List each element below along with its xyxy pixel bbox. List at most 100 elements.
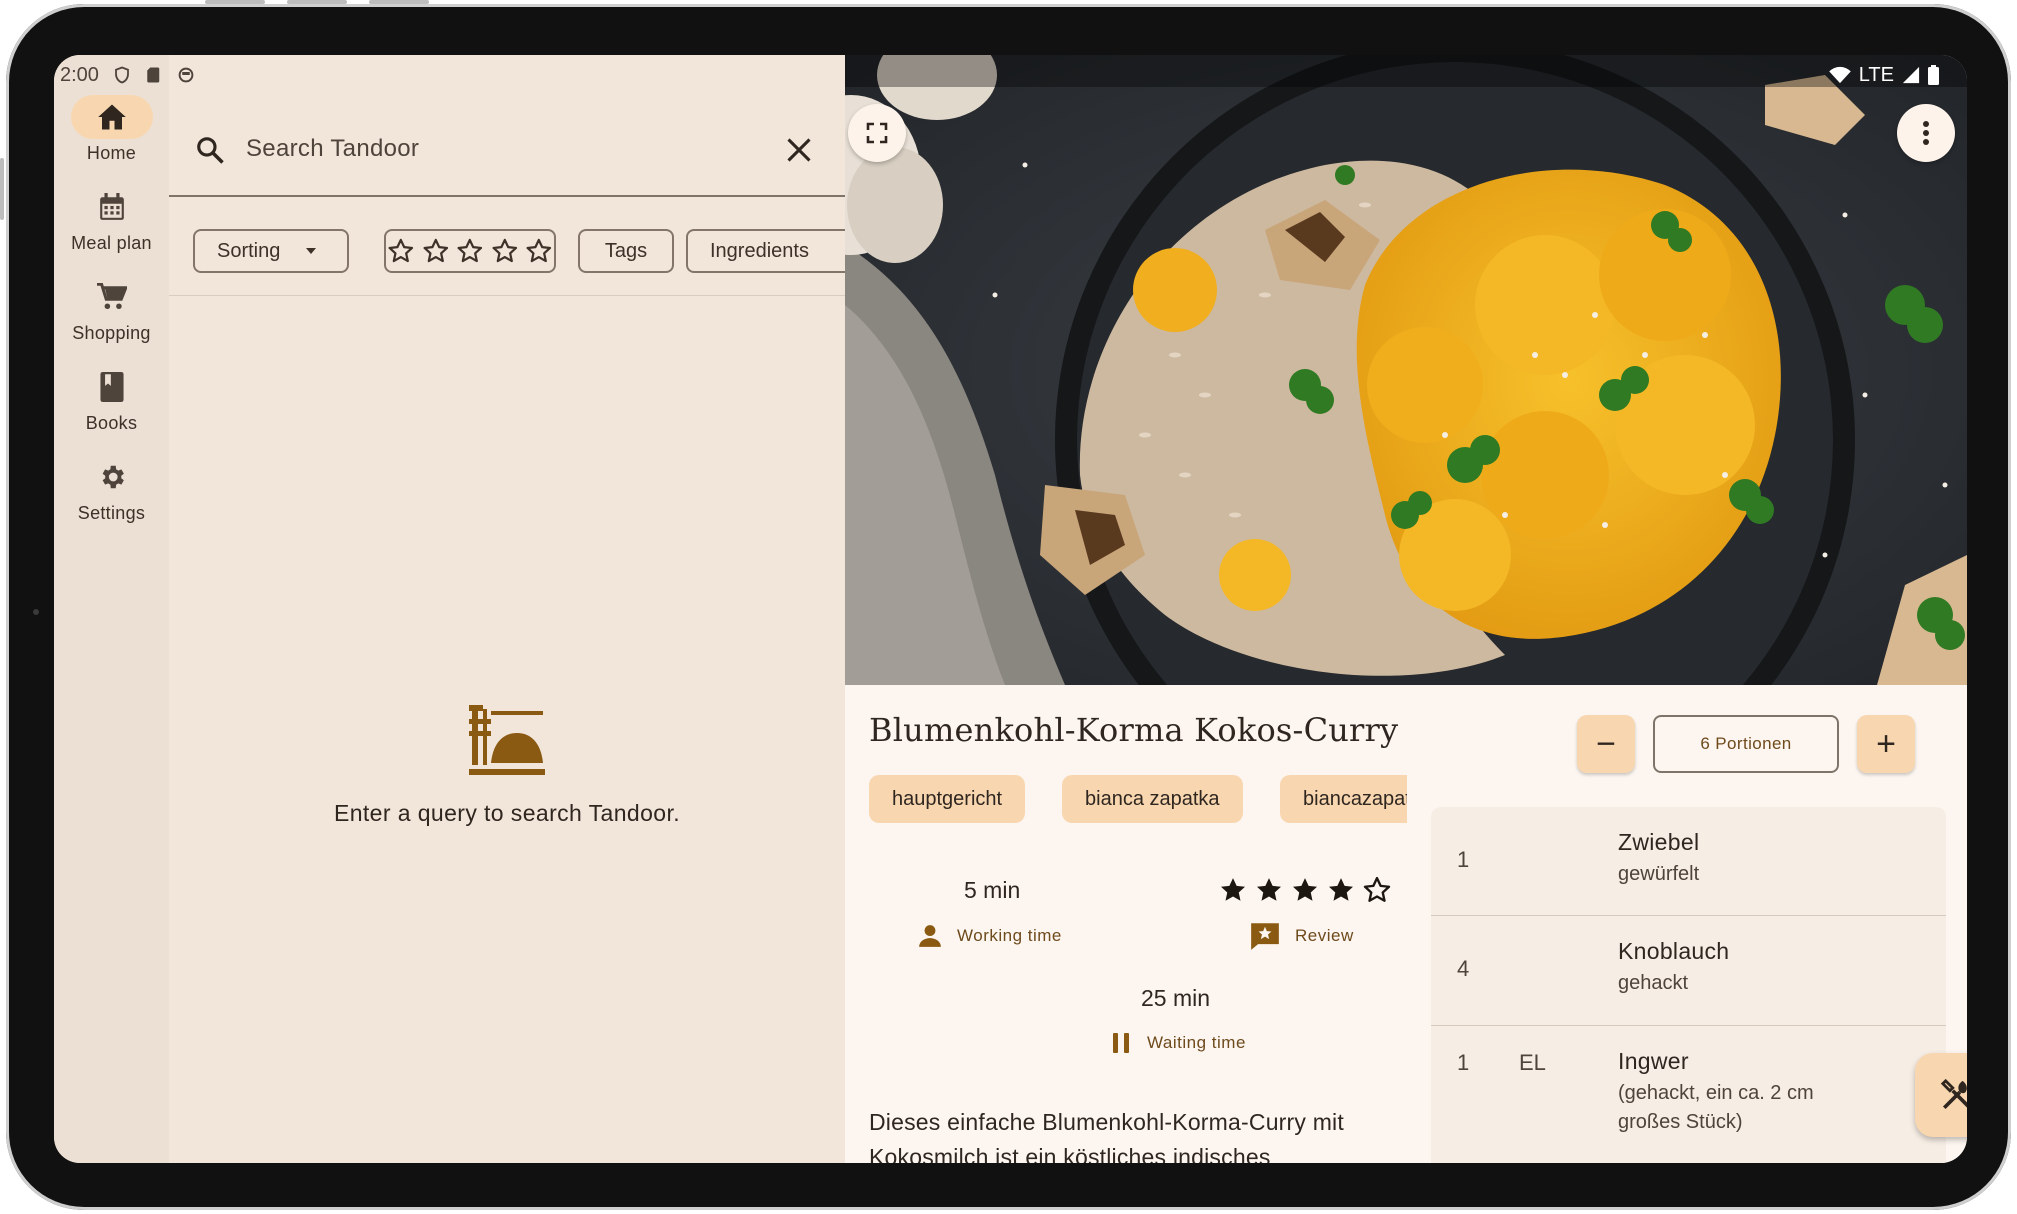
wifi-icon [1828, 66, 1851, 84]
decrease-servings-button[interactable]: − [1577, 715, 1635, 773]
calendar-icon-container [71, 185, 153, 229]
star-filled-icon [1329, 878, 1353, 901]
nav-item-home[interactable]: Home [54, 95, 169, 164]
star-filled-icon [1221, 878, 1245, 901]
star-filled-icon [1293, 878, 1317, 901]
curry-dish-illustration [845, 55, 1967, 685]
fullscreen-icon [866, 122, 888, 144]
home-icon-container [70, 95, 153, 139]
search-icon [197, 137, 224, 164]
sorting-chip[interactable]: Sorting [193, 229, 349, 273]
tag-chip[interactable]: biancazapatka [1280, 775, 1407, 823]
signal-icon [1902, 66, 1920, 84]
cook-mode-button[interactable] [1915, 1053, 1967, 1137]
search-bar[interactable]: Search Tandoor [169, 105, 845, 197]
ingredient-row[interactable]: 1 Zwiebel gewürfelt [1431, 807, 1946, 916]
calendar-icon [99, 193, 124, 220]
ingredients-chip[interactable]: Ingredients [686, 229, 845, 273]
working-time-value: 5 min [964, 877, 1021, 903]
hardware-button [0, 158, 4, 220]
tandoor-logo-icon [469, 705, 545, 775]
recipe-detail-pane: Blumenkohl-Korma Kokos-Curry hauptgerich… [845, 55, 1967, 1163]
nav-item-books[interactable]: Books [54, 365, 169, 434]
sd-card-icon [147, 67, 160, 83]
ingredient-amount: 1 [1457, 847, 1470, 872]
tag-chip[interactable]: hauptgericht [869, 775, 1026, 823]
star-filled-icon [1257, 878, 1281, 901]
ingredient-row[interactable]: 4 Knoblauch gehackt [1431, 916, 1946, 1026]
working-time-text: Working time [957, 926, 1062, 945]
more-options-button[interactable] [1897, 104, 1955, 162]
navigation-rail: Home Meal plan Shopping Books Settings [54, 55, 169, 1163]
app-screen: 2:00 LTE Home Meal plan Shopping Books S… [54, 55, 1967, 1163]
filter-chips-row: Sorting Tags Ingredients [169, 197, 845, 296]
sorting-label: Sorting [217, 239, 281, 262]
servings-field[interactable]: 6 Portionen [1653, 715, 1839, 773]
ingredient-row[interactable]: 1 EL Ingwer (gehackt, ein ca. 2 cm große… [1431, 1026, 1946, 1163]
rate-review-icon [1251, 923, 1279, 950]
status-bar-right: LTE [1828, 59, 1939, 91]
star-outline-icon [388, 238, 414, 263]
gear-icon [102, 465, 124, 489]
ingredient-amount: 4 [1457, 956, 1470, 981]
waiting-time-value: 25 min [1141, 985, 1211, 1011]
ingredient-name: Ingwer [1618, 1048, 1689, 1074]
star-outline-icon [492, 238, 517, 263]
dropdown-arrow-icon [306, 248, 317, 254]
hardware-button [369, 0, 429, 4]
pause-icon [1113, 1033, 1129, 1053]
star-outline-icon [423, 238, 448, 263]
plus-icon: + [1876, 725, 1896, 763]
tags-chip[interactable]: Tags [578, 229, 674, 273]
star-outline-icon [457, 238, 483, 263]
rating-filter-chip[interactable] [384, 229, 556, 273]
more-vert-icon [1923, 121, 1929, 145]
servings-stepper: − 6 Portionen + [1577, 715, 1915, 773]
close-icon[interactable] [785, 136, 813, 164]
hardware-button [205, 0, 265, 4]
utensils-icon [1940, 1078, 1967, 1110]
empty-state: Enter a query to search Tandoor. [169, 705, 845, 827]
working-time-label: Working time [917, 923, 1062, 949]
nav-item-settings[interactable]: Settings [54, 455, 169, 524]
ingredient-name: Zwiebel [1618, 829, 1700, 855]
ingredients-list: 1 Zwiebel gewürfelt 4 Knoblauch gehackt … [1431, 807, 1946, 1163]
recipe-tags: hauptgericht bianca zapatka biancazapatk… [869, 775, 1407, 825]
search-input[interactable]: Search Tandoor [246, 135, 419, 163]
cart-icon [96, 283, 127, 309]
front-camera [33, 609, 39, 615]
fullscreen-button[interactable] [848, 104, 906, 162]
nav-label: Home [86, 143, 137, 163]
empty-state-message: Enter a query to search Tandoor. [333, 800, 681, 826]
recipe-description: Dieses einfache Blumenkohl-Korma-Curry m… [869, 1109, 1344, 1163]
recipe-rating-stars [1217, 875, 1393, 905]
ingredients-label: Ingredients [710, 239, 809, 262]
hardware-button [287, 0, 347, 4]
nav-label: Meal plan [71, 233, 152, 253]
book-icon-container [71, 365, 153, 409]
star-outline-icon [526, 238, 552, 263]
nav-item-meal-plan[interactable]: Meal plan [54, 185, 169, 254]
ingredient-amount: 1 [1457, 1050, 1470, 1075]
increase-servings-button[interactable]: + [1857, 715, 1915, 773]
status-bar-left: 2:00 [60, 59, 195, 91]
minus-icon: − [1596, 725, 1616, 763]
search-pane: Search Tandoor Sorting Tags Ingredients [169, 55, 845, 1163]
ingredient-unit: EL [1519, 1050, 1546, 1075]
ingredient-note: (gehackt, ein ca. 2 cm großes Stück) [1618, 1082, 1814, 1133]
cart-icon-container [71, 275, 153, 319]
star-outline-icon [1363, 876, 1391, 902]
recipe-title: Blumenkohl-Korma Kokos-Curry [869, 711, 1399, 749]
network-type: LTE [1858, 63, 1894, 86]
review-button[interactable]: Review [1249, 921, 1354, 951]
tag-chip[interactable]: bianca zapatka [1062, 775, 1243, 823]
sync-icon [178, 67, 194, 83]
waiting-time-text: Waiting time [1147, 1033, 1246, 1052]
recipe-image [845, 55, 1967, 685]
book-icon [99, 372, 124, 402]
waiting-time-label: Waiting time [1109, 1031, 1246, 1055]
home-icon [97, 104, 126, 130]
nav-item-shopping[interactable]: Shopping [54, 275, 169, 344]
battery-icon [1928, 65, 1939, 85]
nav-label: Settings [77, 503, 146, 523]
